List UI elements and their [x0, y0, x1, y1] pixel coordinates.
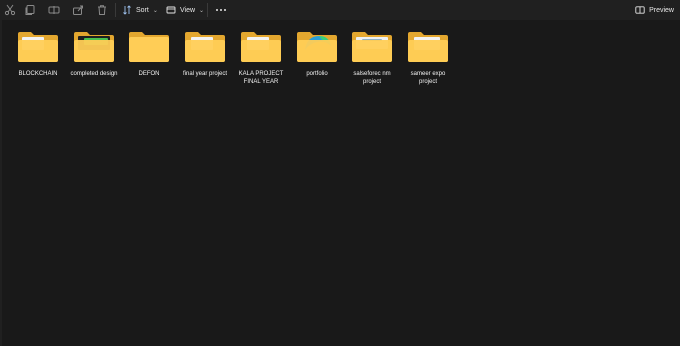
- preview-pane-button[interactable]: Preview: [635, 2, 674, 18]
- folder-icon: [295, 28, 339, 64]
- share-icon[interactable]: [70, 2, 86, 18]
- more-icon: [216, 9, 218, 11]
- folder-item[interactable]: DEFON: [122, 28, 176, 94]
- folder-name: DEFON: [138, 71, 160, 77]
- folder-item[interactable]: completed design: [67, 28, 121, 94]
- folder-grid: BLOCKCHAIN completed design DEFON final …: [0, 28, 680, 98]
- sort-icon: [123, 5, 131, 15]
- folder-item[interactable]: salseforec nm project: [345, 28, 399, 94]
- folder-name: KALA PROJECT FINAL YEAR: [238, 71, 284, 85]
- chevron-down-icon: ⌄: [199, 7, 205, 14]
- more-options-button[interactable]: [214, 2, 228, 18]
- chevron-down-icon: ⌄: [152, 7, 158, 14]
- sort-button[interactable]: Sort ⌄: [122, 2, 158, 18]
- folder-item[interactable]: sameer expo project: [401, 28, 455, 94]
- folder-icon: [239, 28, 283, 64]
- view-icon: [166, 6, 176, 14]
- view-button[interactable]: View ⌄: [166, 2, 204, 18]
- sort-label: Sort: [136, 6, 149, 14]
- folder-item[interactable]: BLOCKCHAIN: [11, 28, 65, 94]
- folder-icon: [16, 28, 60, 64]
- folder-name: completed design: [70, 71, 118, 77]
- folder-icon: [350, 28, 394, 64]
- preview-label: Preview: [649, 6, 674, 14]
- preview-icon: [635, 6, 645, 14]
- delete-icon[interactable]: [94, 2, 110, 18]
- toolbar-divider: [207, 3, 208, 17]
- folder-name: BLOCKCHAIN: [18, 71, 58, 77]
- folder-name: final year project: [182, 71, 228, 77]
- folder-icon: [183, 28, 227, 64]
- view-label: View: [180, 6, 196, 14]
- cut-icon[interactable]: [2, 2, 18, 18]
- folder-icon: [72, 28, 116, 64]
- toolbar-divider: [115, 3, 116, 17]
- command-bar: Sort ⌄ View ⌄ Preview: [0, 0, 680, 20]
- folder-icon: [127, 28, 171, 64]
- rename-icon[interactable]: [46, 2, 62, 18]
- folder-item[interactable]: KALA PROJECT FINAL YEAR: [234, 28, 288, 94]
- folder-name: salseforec nm project: [353, 71, 391, 85]
- file-explorer-window: Sort ⌄ View ⌄ Preview BLOCKCHAIN complet…: [0, 0, 680, 346]
- folder-name: portfolio: [306, 71, 328, 77]
- folder-icon: [406, 28, 450, 64]
- copy-icon[interactable]: [22, 2, 38, 18]
- folder-name: sameer expo project: [410, 71, 446, 85]
- folder-item[interactable]: portfolio: [290, 28, 344, 94]
- folder-item[interactable]: final year project: [178, 28, 232, 94]
